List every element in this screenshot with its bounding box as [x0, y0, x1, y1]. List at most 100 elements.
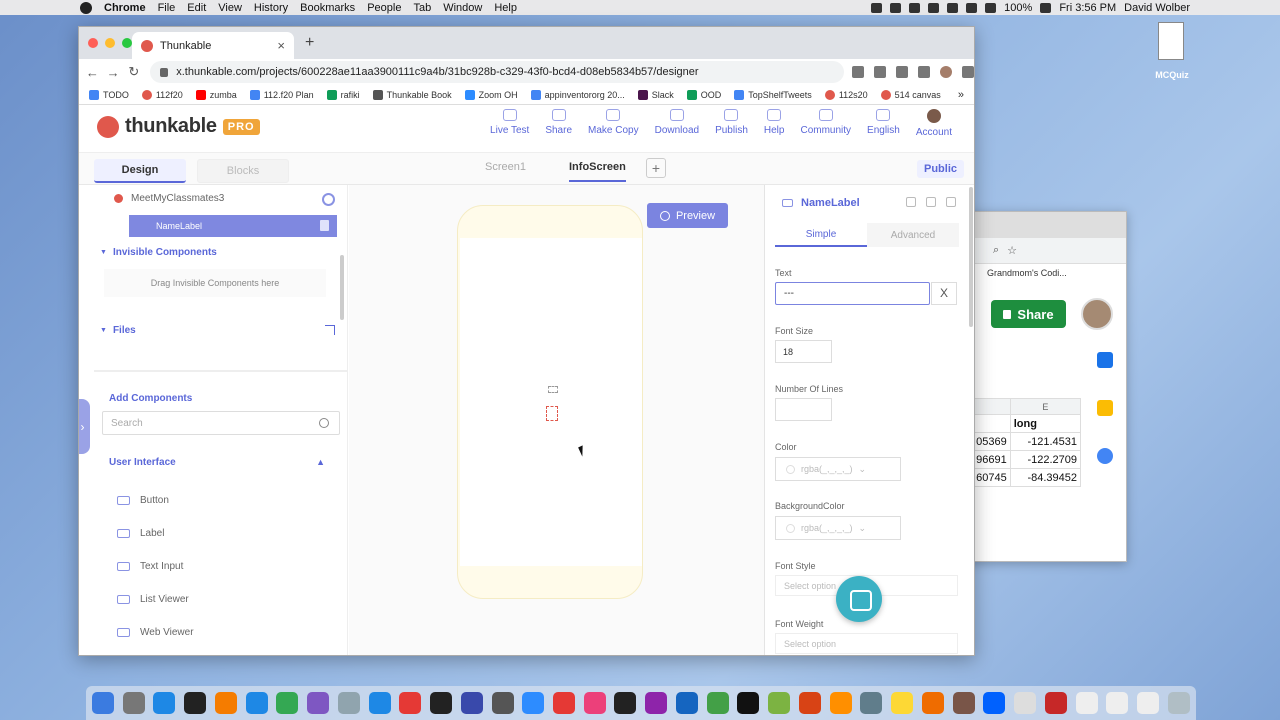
add-screen-button[interactable]: +: [646, 158, 666, 178]
search-icon[interactable]: [319, 418, 329, 428]
menu-window[interactable]: Window: [443, 2, 482, 14]
dropbox-icon[interactable]: [871, 2, 883, 13]
window-thumbnail-icon[interactable]: [1075, 692, 1098, 714]
number-of-lines-input[interactable]: [775, 398, 832, 421]
bookmark-item[interactable]: 112s20: [824, 89, 868, 100]
canvas-label-element[interactable]: [548, 386, 558, 393]
column-header-e[interactable]: E: [1009, 398, 1082, 415]
app-icon[interactable]: [921, 692, 944, 714]
android-studio-icon[interactable]: [768, 692, 791, 714]
battery-percent[interactable]: 100%: [1004, 2, 1032, 14]
app-icon[interactable]: [184, 692, 207, 714]
trash-icon[interactable]: [946, 197, 956, 207]
tree-item-screen[interactable]: MeetMyClassmates3: [114, 193, 224, 204]
music-icon[interactable]: [583, 692, 606, 714]
menu-bookmarks[interactable]: Bookmarks: [300, 2, 355, 14]
finder-icon[interactable]: [92, 692, 114, 714]
settings-icon[interactable]: [860, 692, 883, 714]
bookmark-item[interactable]: rafiki: [326, 89, 360, 100]
bookmark-item[interactable]: TODO: [89, 89, 129, 100]
menubar-user[interactable]: David Wolber: [1124, 2, 1190, 14]
kebab-menu-icon[interactable]: [962, 66, 974, 78]
bookmark-item[interactable]: Thunkable Book: [372, 89, 452, 100]
chat-support-button[interactable]: [836, 576, 882, 622]
zoom-window-icon[interactable]: [122, 38, 132, 48]
app-icon[interactable]: [307, 692, 330, 714]
chevron-right-icon[interactable]: »: [958, 89, 964, 101]
scrollbar[interactable]: [340, 255, 344, 320]
font-weight-select[interactable]: Select option: [775, 633, 958, 654]
community-button[interactable]: Community: [800, 109, 851, 138]
menu-edit[interactable]: Edit: [187, 2, 206, 14]
puzzle-icon[interactable]: [918, 66, 930, 78]
text-property-input[interactable]: ---: [775, 282, 930, 305]
publish-button[interactable]: Publish: [715, 109, 748, 138]
app-icon[interactable]: [122, 692, 145, 714]
time-machine-icon[interactable]: [928, 2, 940, 13]
live-test-button[interactable]: Live Test: [490, 109, 529, 138]
app-icon[interactable]: [737, 692, 760, 714]
app-icon[interactable]: [491, 692, 514, 714]
background-color-picker[interactable]: rgba(_,_,_,_) ⌄: [775, 516, 901, 540]
background-browser-window[interactable]: ⌕ ☆ Grandmom's Codi... Share E long 0536…: [962, 211, 1127, 562]
component-text-input[interactable]: Text Input: [109, 553, 323, 579]
bookmark-item[interactable]: 112f20: [141, 89, 183, 100]
whatsapp-icon[interactable]: [706, 692, 729, 714]
word-icon[interactable]: [675, 692, 698, 714]
share-button[interactable]: Share: [545, 109, 572, 138]
bookmark-item[interactable]: 112.f20 Plan: [249, 89, 314, 100]
preview-button[interactable]: Preview: [647, 203, 728, 228]
app-store-icon[interactable]: [245, 692, 268, 714]
bookmark-item[interactable]: Zoom OH: [464, 89, 518, 100]
tab-infoscreen[interactable]: InfoScreen: [569, 161, 626, 182]
spreadsheet-grid[interactable]: E long 05369 -121.4531 96691 -122.2709 607…: [963, 398, 1082, 487]
component-button[interactable]: Button: [109, 487, 323, 513]
volume-icon[interactable]: [985, 2, 997, 13]
apple-icon[interactable]: [80, 1, 92, 14]
firefox-icon[interactable]: [214, 692, 237, 714]
profile-avatar[interactable]: [940, 66, 952, 78]
powerpoint-icon[interactable]: [798, 692, 821, 714]
menu-tab[interactable]: Tab: [413, 2, 431, 14]
bookmark-item[interactable]: zumba: [195, 89, 237, 100]
extension-icon[interactable]: [896, 66, 908, 78]
help-button[interactable]: Help: [764, 109, 784, 138]
component-web-viewer[interactable]: Web Viewer: [109, 619, 323, 645]
app-icon[interactable]: [337, 692, 360, 714]
component-label[interactable]: Label: [109, 520, 323, 546]
star-icon[interactable]: ☆: [1007, 244, 1017, 257]
invisible-components-header[interactable]: ▼ Invisible Components: [100, 247, 217, 258]
font-size-input[interactable]: 18: [775, 340, 832, 363]
background-bookmark[interactable]: Grandmom's Codi...: [963, 264, 1126, 284]
app-icon[interactable]: [553, 692, 576, 714]
lock-icon[interactable]: [160, 67, 169, 77]
dropbox-icon[interactable]: [983, 692, 1006, 714]
copy-icon[interactable]: [926, 197, 936, 207]
trash-icon[interactable]: [1167, 692, 1190, 714]
sheets-share-button[interactable]: Share: [991, 300, 1066, 328]
minimize-window-icon[interactable]: [105, 38, 115, 48]
back-icon[interactable]: ←: [82, 65, 103, 80]
menu-help[interactable]: Help: [494, 2, 517, 14]
document-icon[interactable]: [1014, 692, 1037, 714]
zoom-icon[interactable]: ⌕: [993, 244, 999, 257]
window-thumbnail-icon[interactable]: [1136, 692, 1159, 714]
reload-icon[interactable]: ↻: [124, 64, 145, 80]
forward-icon[interactable]: →: [103, 65, 124, 80]
avatar[interactable]: [1081, 298, 1113, 330]
phone-screen[interactable]: [460, 238, 642, 566]
menubar-clock[interactable]: Fri 3:56 PM: [1059, 2, 1116, 14]
star-icon[interactable]: [874, 66, 886, 78]
expand-icon[interactable]: [325, 325, 335, 335]
invisible-dropzone[interactable]: Drag Invisible Components here: [104, 269, 326, 297]
color-picker[interactable]: rgba(_,_,_,_) ⌄: [775, 457, 901, 481]
bookmark-item[interactable]: 514 canvas: [880, 89, 941, 100]
desktop-file-icon[interactable]: [1158, 22, 1184, 60]
tab-screen1[interactable]: Screen1: [485, 161, 526, 173]
tab-blocks[interactable]: Blocks: [197, 159, 289, 183]
canvas-namelabel-element[interactable]: [546, 406, 558, 421]
edit-icon[interactable]: [906, 197, 916, 207]
menu-file[interactable]: File: [158, 2, 176, 14]
chrome-icon[interactable]: [276, 692, 299, 714]
zoom-app-icon[interactable]: [522, 692, 545, 714]
